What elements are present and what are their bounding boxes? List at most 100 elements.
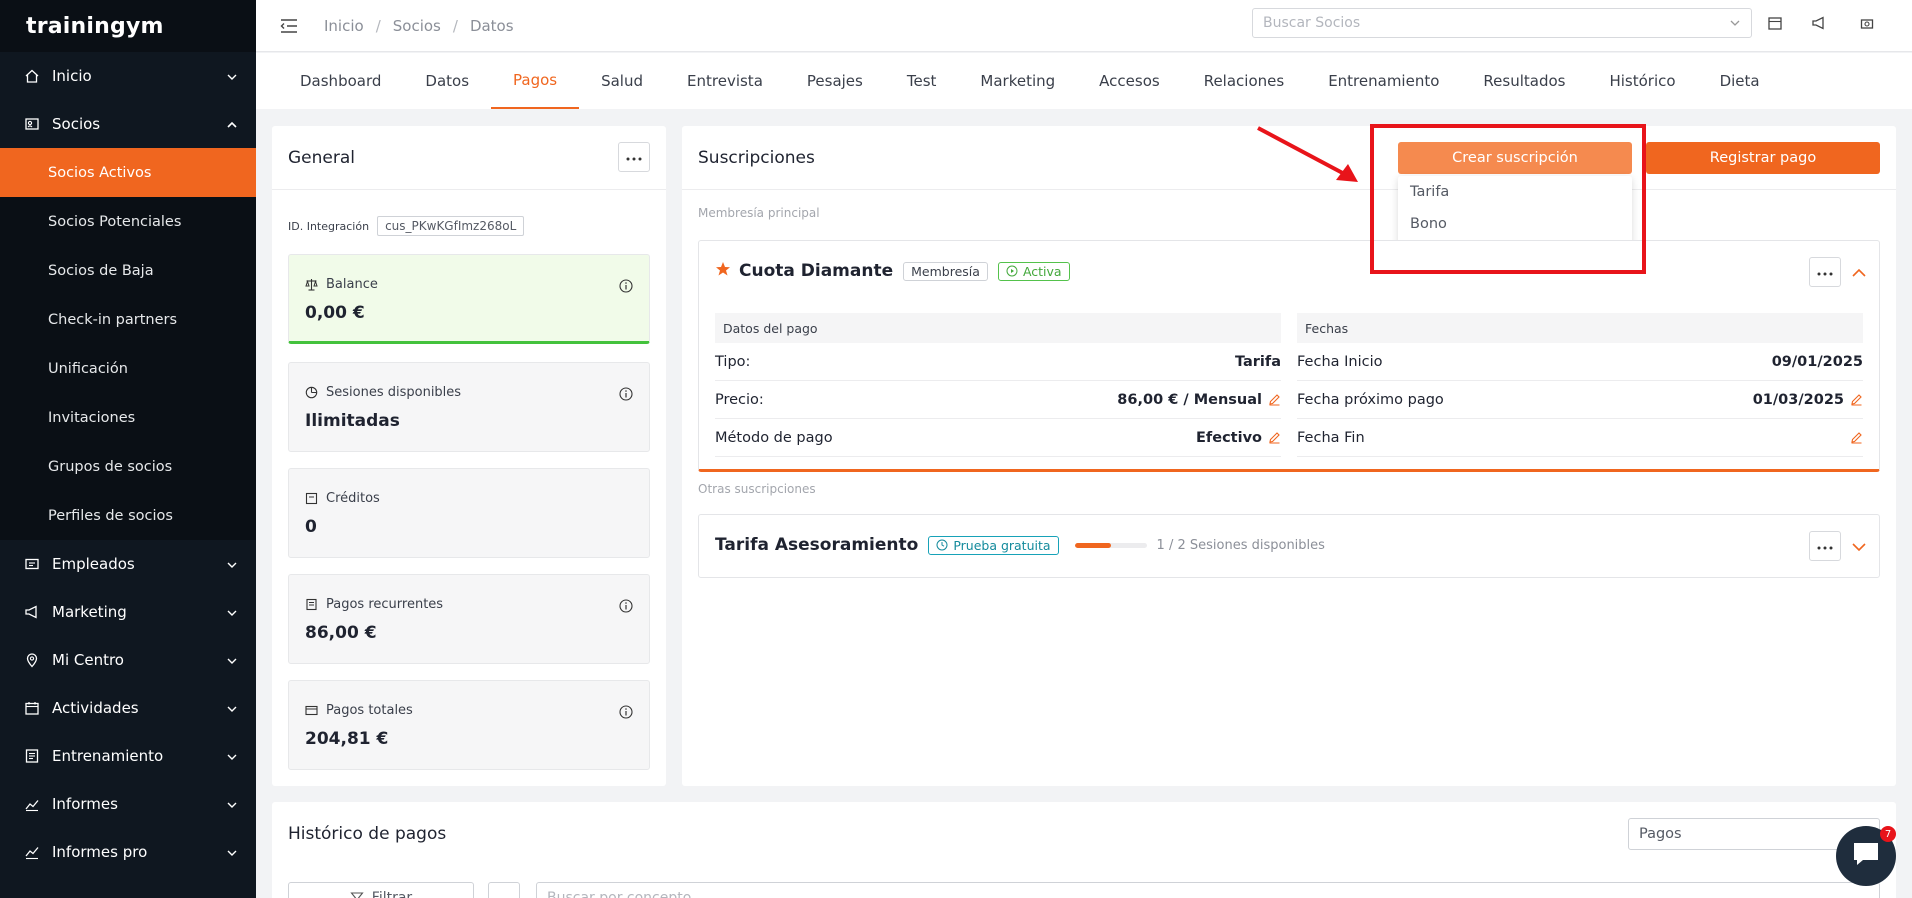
sidebar-item-mi-centro[interactable]: Mi Centro	[0, 636, 256, 684]
sidebar-item-marketing[interactable]: Marketing	[0, 588, 256, 636]
pagos-totales-value: 204,81 €	[305, 729, 389, 749]
edit-pencil-icon[interactable]	[1850, 431, 1863, 444]
info-icon[interactable]	[619, 387, 633, 401]
users-card-icon	[24, 116, 40, 132]
sidebar-item-empleados[interactable]: Empleados	[0, 540, 256, 588]
search-socios-placeholder: Buscar Socios	[1263, 15, 1361, 31]
info-icon[interactable]	[619, 279, 633, 293]
stat-label: Pagos recurrentes	[305, 597, 443, 612]
registrar-pago-button[interactable]: Registrar pago	[1646, 142, 1880, 174]
more-dots-icon	[497, 890, 511, 898]
chevron-down-icon[interactable]	[1849, 537, 1869, 557]
sidebar-subitem-check-in-partners[interactable]: Check-in partners	[0, 295, 256, 344]
info-icon[interactable]	[619, 599, 633, 613]
sidebar-item-label: Marketing	[52, 603, 127, 621]
integration-id-value[interactable]: cus_PKwKGfImz268oL	[377, 216, 525, 236]
sidebar-item-socios[interactable]: Socios	[0, 100, 256, 148]
edit-pencil-icon[interactable]	[1268, 393, 1281, 406]
tab-resultados[interactable]: Resultados	[1461, 53, 1587, 109]
sidebar-item-informes[interactable]: Informes	[0, 780, 256, 828]
general-header: General	[272, 126, 666, 190]
stat-creditos: Créditos 0	[288, 468, 650, 558]
sidebar-subitem-socios-potenciales[interactable]: Socios Potenciales	[0, 197, 256, 246]
fecha-row-proximo-pago: Fecha próximo pago 01/03/2025	[1297, 381, 1863, 419]
tab-dieta[interactable]: Dieta	[1698, 53, 1782, 109]
menu-collapse-icon[interactable]	[278, 15, 300, 37]
app-logo[interactable]: trainingym	[0, 0, 256, 52]
edit-pencil-icon[interactable]	[1268, 431, 1281, 444]
main-subscription: Cuota Diamante Membresía Activa Datos de…	[698, 240, 1880, 472]
tab-pagos[interactable]: Pagos	[491, 53, 580, 109]
tab-test[interactable]: Test	[885, 53, 959, 109]
more-dots-icon	[626, 149, 642, 165]
sidebar-subitem-socios-de-baja[interactable]: Socios de Baja	[0, 246, 256, 295]
integration-id-label: ID. Integración	[288, 219, 370, 233]
sidebar-item-inicio[interactable]: Inicio	[0, 52, 256, 100]
tab-entrevista[interactable]: Entrevista	[665, 53, 785, 109]
row-value: Efectivo	[1196, 430, 1281, 446]
sidebar-subitem-invitaciones[interactable]: Invitaciones	[0, 393, 256, 442]
sidebar-item-actividades[interactable]: Actividades	[0, 684, 256, 732]
stat-pagos-totales: Pagos totales 204,81 €	[288, 680, 650, 770]
sidebar-subitem-unificacion[interactable]: Unificación	[0, 344, 256, 393]
sidebar-subitem-perfiles-de-socios[interactable]: Perfiles de socios	[0, 491, 256, 540]
edit-pencil-icon[interactable]	[1850, 393, 1863, 406]
buscar-concepto-input[interactable]: Buscar por concepto	[536, 882, 1880, 898]
pagos-select-value: Pagos	[1639, 826, 1682, 842]
credit-icon	[305, 492, 318, 505]
member-tabs: Dashboard Datos Pagos Salud Entrevista P…	[256, 53, 1912, 109]
stat-label: Sesiones disponibles	[305, 385, 461, 400]
pagos-recurrentes-label: Pagos recurrentes	[326, 597, 444, 612]
fecha-inicio-value: 09/01/2025	[1771, 353, 1863, 370]
sidebar-item-label: Inicio	[52, 67, 92, 85]
tab-pesajes[interactable]: Pesajes	[785, 53, 885, 109]
historico-more-button[interactable]	[488, 882, 520, 898]
sessions-progress-fill	[1074, 542, 1111, 548]
general-more-button[interactable]	[618, 142, 650, 172]
sidebar-item-label: Mi Centro	[52, 651, 124, 669]
creditos-label: Créditos	[326, 491, 380, 506]
sesiones-label: Sesiones disponibles	[326, 385, 462, 400]
id-card-icon	[24, 556, 40, 572]
chat-unread-badge: 7	[1880, 826, 1896, 842]
other-subscription-more-button[interactable]	[1809, 531, 1841, 561]
info-icon[interactable]	[619, 705, 633, 719]
crear-suscripcion-button[interactable]: Crear suscripción	[1398, 142, 1632, 174]
breadcrumb-socios[interactable]: Socios	[393, 17, 441, 35]
trial-badge: Prueba gratuita	[928, 535, 1059, 555]
sidebar-item-informes-pro[interactable]: Informes pro	[0, 828, 256, 876]
tab-entrenamiento[interactable]: Entrenamiento	[1306, 53, 1461, 109]
sidebar-item-entrenamiento[interactable]: Entrenamiento	[0, 732, 256, 780]
tab-dashboard[interactable]: Dashboard	[278, 53, 403, 109]
star-icon	[715, 261, 731, 281]
tab-accesos[interactable]: Accesos	[1077, 53, 1182, 109]
chevron-down-icon	[226, 605, 238, 623]
tab-marketing[interactable]: Marketing	[958, 53, 1077, 109]
calendar-icon[interactable]	[1766, 14, 1784, 32]
tab-salud[interactable]: Salud	[579, 53, 665, 109]
more-dots-icon	[1817, 264, 1833, 280]
sidebar-subitem-socios-activos[interactable]: Socios Activos	[0, 148, 256, 197]
sidebar-item-label: Entrenamiento	[52, 747, 164, 765]
tab-historico[interactable]: Histórico	[1587, 53, 1697, 109]
stat-balance: Balance 0,00 €	[288, 254, 650, 344]
tab-datos[interactable]: Datos	[403, 53, 491, 109]
megaphone-icon[interactable]	[1810, 14, 1828, 32]
datos-pago-header: Datos del pago	[715, 313, 1281, 343]
breadcrumb-inicio[interactable]: Inicio	[324, 17, 364, 35]
suscripciones-title: Suscripciones	[698, 147, 815, 168]
chevron-up-icon[interactable]	[1849, 263, 1869, 283]
row-value: 01/03/2025	[1753, 392, 1863, 408]
pago-row-tipo: Tipo: Tarifa	[715, 343, 1281, 381]
filtrar-button[interactable]: Filtrar	[288, 882, 474, 898]
camera-icon[interactable]	[1858, 14, 1876, 32]
sidebar-subitem-grupos-de-socios[interactable]: Grupos de socios	[0, 442, 256, 491]
chevron-down-icon	[226, 845, 238, 863]
search-socios-select[interactable]: Buscar Socios	[1252, 8, 1752, 38]
dropdown-option-tarifa[interactable]: Tarifa	[1398, 176, 1632, 208]
dropdown-option-bono[interactable]: Bono	[1398, 208, 1632, 240]
play-circle-icon	[1006, 265, 1018, 277]
tab-relaciones[interactable]: Relaciones	[1182, 53, 1306, 109]
sidebar-item-label: Informes pro	[52, 843, 148, 861]
main-subscription-more-button[interactable]	[1809, 257, 1841, 287]
